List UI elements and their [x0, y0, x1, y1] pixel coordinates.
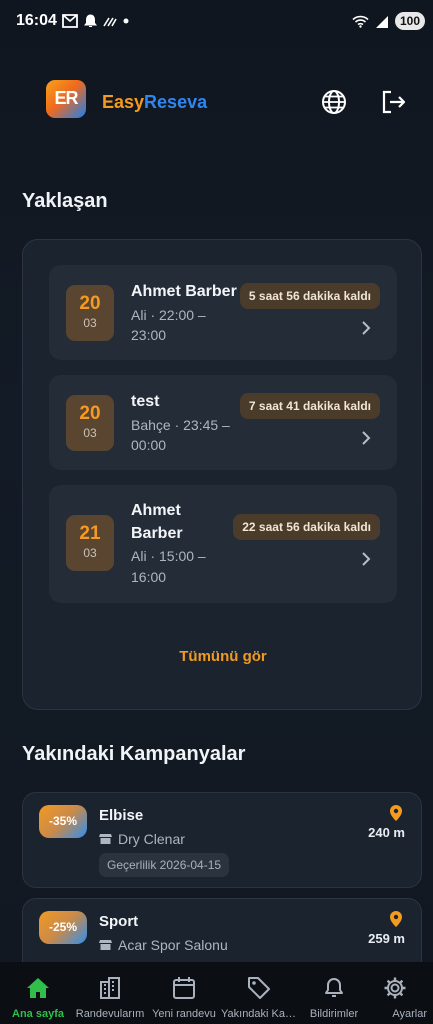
appointment-title: Ahmet Barber: [131, 283, 237, 300]
see-all-link[interactable]: Tümünü gör: [23, 648, 423, 665]
tag-icon: [248, 977, 270, 999]
campaign-shop: Acar Spor Salonu: [99, 937, 228, 953]
appointment-title: test: [131, 393, 160, 410]
store-icon: [99, 834, 112, 844]
appointment-item[interactable]: 20 03 test Bahçe · 23:45 – 00:00 7 saat …: [49, 375, 397, 470]
remaining-time-badge: 5 saat 56 dakika kaldı: [239, 283, 380, 309]
campaign-distance: 240 m: [368, 825, 405, 840]
home-icon: [27, 978, 49, 998]
campaign-shop-name: Acar Spor Salonu: [118, 937, 228, 953]
campaign-shop-name: Dry Clenar: [118, 831, 185, 847]
date-month: 03: [83, 546, 97, 560]
discount-badge: -25%: [39, 911, 87, 944]
appointment-item[interactable]: 20 03 Ahmet Barber Ali · 22:00 – 23:00 5…: [49, 265, 397, 360]
nav-label: Yeni randevu: [152, 1008, 216, 1020]
appointment-title-line-2: Barber: [131, 525, 183, 542]
logo-text: ER: [54, 88, 78, 108]
status-system-icons: 100: [352, 12, 425, 30]
nav-label: Yakındaki Kampanyalar: [221, 1008, 297, 1020]
chevron-right-icon: [362, 431, 371, 445]
nav-item-settings[interactable]: Ayarlar: [357, 962, 433, 1024]
appointment-time-line-2: 00:00: [131, 437, 167, 453]
date-badge: 20 03: [66, 285, 114, 341]
cell-signal-icon: [375, 15, 388, 28]
brand-part-2: Reseva: [144, 92, 208, 112]
bottom-navigation: Ana sayfa Randevularım Yeni randevu Yakı…: [0, 962, 433, 1024]
campaigns-section-title: Yakındaki Kampanyalar: [22, 743, 246, 765]
bell-icon: [325, 978, 343, 997]
date-day: 20: [79, 403, 101, 424]
chevron-right-icon: [362, 321, 371, 335]
validity-badge: Geçerlilik 2026-04-15: [99, 853, 230, 877]
logout-icon[interactable]: [380, 88, 408, 116]
appointment-item[interactable]: 21 03 Ahmet Barber Ali · 15:00 – 16:00 2…: [49, 485, 397, 603]
nav-item-appointments[interactable]: Randevularım: [72, 962, 148, 1024]
chevron-right-icon: [362, 552, 371, 566]
nav-item-nearby-campaigns[interactable]: Yakındaki Kampanyalar: [221, 962, 297, 1024]
date-badge: 20 03: [66, 395, 114, 451]
discount-badge: -35%: [39, 805, 87, 838]
upcoming-section-title: Yaklaşan: [22, 190, 108, 212]
nav-label: Randevularım: [75, 1008, 145, 1020]
status-notification-icons: [62, 14, 129, 28]
remaining-time-badge: 7 saat 41 dakika kaldı: [239, 393, 380, 419]
nav-label: Ayarlar: [392, 1008, 427, 1020]
nav-item-home[interactable]: Ana sayfa: [0, 962, 76, 1024]
date-month: 03: [83, 316, 97, 330]
calendar-icon: [173, 977, 195, 999]
store-icon: [99, 940, 112, 950]
bell-status-icon: [84, 14, 97, 27]
date-badge: 21 03: [66, 515, 114, 571]
appointment-time-line-1: Bahçe · 23:45 –: [131, 417, 230, 433]
campaign-distance: 259 m: [368, 931, 405, 946]
location-pin-icon: [390, 805, 402, 821]
status-bar: 16:04 100: [0, 0, 433, 44]
appointment-title-line-1: Ahmet: [131, 502, 181, 519]
appointment-time-line-2: 16:00: [131, 569, 167, 585]
appointment-time-line-1: Ali · 22:00 –: [131, 307, 206, 323]
status-time: 16:04: [16, 12, 57, 29]
mail-icon: [62, 14, 78, 28]
brand-part-1: Easy: [102, 92, 145, 112]
date-day: 21: [79, 523, 101, 544]
campaign-card[interactable]: -35% Elbise Dry Clenar Geçerlilik 2026-0…: [22, 792, 422, 888]
brand-name: EasyReseva: [102, 92, 207, 113]
app-logo: ER: [46, 80, 86, 118]
campaign-shop: Dry Clenar: [99, 831, 185, 847]
location-pin-icon: [390, 911, 402, 927]
building-icon: [100, 977, 120, 999]
globe-icon[interactable]: [320, 88, 348, 116]
wifi-icon: [352, 15, 369, 28]
nav-item-new-appointment[interactable]: Yeni randevu: [146, 962, 222, 1024]
nav-label: Ana sayfa: [12, 1008, 64, 1020]
appointment-time-line-2: 23:00: [131, 327, 167, 343]
remaining-time-badge: 22 saat 56 dakika kaldı: [233, 514, 380, 540]
signal-mute-icon: [103, 17, 117, 27]
campaign-title: Sport: [99, 913, 139, 930]
date-month: 03: [83, 426, 97, 440]
upcoming-card: 20 03 Ahmet Barber Ali · 22:00 – 23:00 5…: [22, 239, 422, 710]
appointment-time-line-1: Ali · 15:00 –: [131, 548, 206, 564]
dot-icon: [123, 18, 129, 24]
gear-icon: [384, 977, 406, 999]
date-day: 20: [79, 293, 101, 314]
battery-indicator: 100: [394, 12, 425, 30]
campaign-title: Elbise: [99, 807, 144, 824]
